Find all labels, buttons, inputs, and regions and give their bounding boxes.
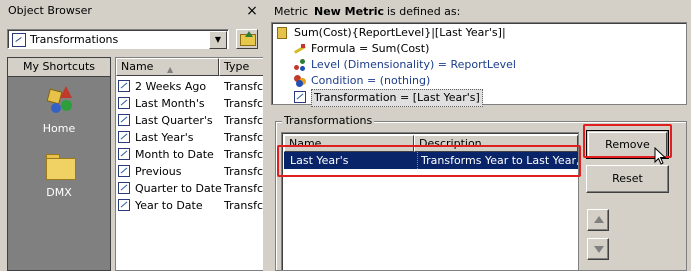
shortcut-dmx-label: DMX — [46, 186, 72, 199]
list-item-name: 2 Weeks Ago — [135, 80, 207, 93]
list-item[interactable]: Quarter to Date Transfc — [118, 180, 264, 197]
list-item-type: Transfc — [224, 97, 263, 110]
condition-icon — [294, 75, 307, 87]
list-item-name: Previous — [135, 165, 182, 178]
move-down-button[interactable] — [587, 238, 609, 260]
folder-select-value: Transformations — [30, 33, 119, 46]
metric-prefix: Metric — [274, 5, 309, 18]
shortcut-home-label: Home — [42, 122, 76, 135]
up-arrow-icon — [245, 31, 253, 37]
list-item-type: Transfc — [224, 165, 263, 178]
column-header-type[interactable]: Type — [219, 58, 264, 76]
formula-icon — [294, 44, 306, 54]
list-item[interactable]: Last Month's Transfc — [118, 95, 264, 112]
transformation-icon — [118, 97, 130, 109]
shortcut-home[interactable]: Home — [8, 84, 110, 139]
list-item-name: Last Year's — [135, 131, 194, 144]
object-list-header: Name ▲ Type — [116, 58, 264, 76]
list-item-type: Transfc — [224, 182, 263, 195]
folder-icon — [45, 152, 76, 180]
transformation-icon — [118, 80, 130, 92]
metric-definition-caption: Metric New Metric is defined as: — [274, 5, 684, 19]
transformation-icon — [118, 114, 130, 126]
shortcut-dmx[interactable]: DMX — [8, 152, 110, 202]
metric-suffix: is defined as: — [387, 5, 461, 18]
shortcuts-panel: My Shortcuts Home DMX — [7, 57, 111, 271]
metric-definition-tree: Sum(Cost){ReportLevel}|[Last Year's]| Fo… — [271, 22, 687, 107]
reset-button[interactable]: Reset — [586, 165, 669, 193]
home-icon — [45, 84, 75, 116]
row-highlight-box — [277, 145, 581, 177]
transformation-icon — [118, 182, 130, 194]
dimensionality-icon — [294, 59, 306, 71]
folder-select[interactable]: Transformations ▼ — [7, 29, 229, 49]
list-item[interactable]: Month to Date Transfc — [118, 146, 264, 163]
object-browser-panel: Object Browser × Transformations ▼ My Sh… — [0, 0, 264, 271]
transformation-icon — [118, 131, 130, 143]
move-up-button[interactable] — [587, 209, 609, 231]
up-arrow-icon — [594, 216, 604, 223]
close-icon[interactable]: × — [244, 3, 260, 19]
list-item-type: Transfc — [224, 114, 263, 127]
chevron-down-icon[interactable]: ▼ — [209, 31, 227, 49]
object-browser-title: Object Browser — [8, 4, 92, 17]
transformation-icon — [118, 199, 130, 211]
list-item-type: Transfc — [224, 148, 263, 161]
folder-up-button[interactable] — [236, 29, 258, 49]
object-browser-titlebar: Object Browser × — [0, 0, 263, 22]
transformation-icon — [118, 165, 130, 177]
column-header-name[interactable]: Name ▲ — [116, 58, 219, 76]
sort-ascending-icon: ▲ — [167, 65, 174, 74]
transformation-icon — [294, 91, 306, 103]
transformation-icon — [118, 148, 130, 160]
list-item[interactable]: Year to Date Transfc — [118, 197, 264, 214]
list-item-type: Transfc — [224, 131, 263, 144]
list-item-name: Month to Date — [135, 148, 214, 161]
list-item-type: Transfc — [224, 80, 263, 93]
list-item[interactable]: 2 Weeks Ago Transfc — [118, 78, 264, 95]
panel-splitter[interactable] — [263, 0, 270, 271]
transformation-folder-icon — [12, 33, 26, 47]
transformations-group-label: Transformations — [282, 114, 375, 127]
down-arrow-icon — [594, 246, 604, 253]
list-item-name: Quarter to Date — [135, 182, 222, 195]
object-list: Name ▲ Type 2 Weeks Ago Transfc Last Month… — [115, 57, 264, 271]
list-item[interactable]: Last Quarter's Transfc — [118, 112, 264, 129]
list-item[interactable]: Previous Transfc — [118, 163, 264, 180]
list-item-type: Transfc — [224, 199, 263, 212]
metric-name: New Metric — [314, 5, 385, 18]
list-item-name: Last Quarter's — [135, 114, 213, 127]
list-item[interactable]: Last Year's Transfc — [118, 129, 264, 146]
shortcuts-header[interactable]: My Shortcuts — [8, 58, 110, 77]
list-item-name: Year to Date — [135, 199, 203, 212]
mouse-cursor-icon — [654, 147, 667, 165]
metric-icon — [277, 27, 287, 39]
list-item-name: Last Month's — [135, 97, 205, 110]
